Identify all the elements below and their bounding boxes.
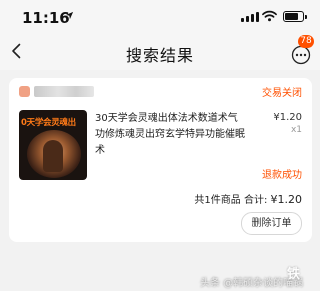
delete-order-button[interactable]: 删除订单 — [241, 212, 302, 235]
status-bar: 11:16 — [0, 0, 320, 34]
product-price: ¥1.20 — [273, 112, 302, 123]
nav-header: 搜索结果 — [0, 34, 320, 70]
product-thumbnail[interactable]: 0天学会灵魂出 — [19, 110, 87, 180]
order-card[interactable]: 交易关闭 0天学会灵魂出 30天学会灵魂出体法术数道术气功修炼魂灵出窍玄学特异功… — [9, 78, 312, 242]
order-status: 交易关闭 — [262, 88, 302, 99]
shop-name-blurred[interactable] — [34, 86, 94, 97]
cellular-signal-icon — [241, 12, 259, 22]
battery-level — [285, 13, 298, 20]
product-title[interactable]: 30天学会灵魂出体法术数道术气功修炼魂灵出窍玄学特异功能催眠术 — [95, 111, 245, 159]
battery-icon — [283, 11, 307, 22]
location-arrow-icon — [65, 11, 74, 20]
watermark-logo: 铁 — [287, 267, 301, 282]
status-time: 11:16 — [22, 9, 70, 27]
order-total-label: 共1件商品 合计: — [194, 195, 271, 206]
more-icon[interactable] — [291, 45, 311, 65]
thumbnail-caption: 0天学会灵魂出 — [21, 118, 76, 128]
notification-badge: 78 — [298, 35, 314, 48]
shop-icon — [19, 86, 30, 97]
thumbnail-figure — [43, 140, 63, 172]
product-quantity: x1 — [290, 125, 302, 135]
order-total: 共1件商品 合计: ¥1.20 — [194, 191, 302, 206]
page-title: 搜索结果 — [125, 46, 194, 65]
wifi-icon — [262, 10, 277, 22]
order-total-amount: ¥1.20 — [270, 193, 303, 206]
refund-status[interactable]: 退款成功 — [262, 166, 302, 181]
